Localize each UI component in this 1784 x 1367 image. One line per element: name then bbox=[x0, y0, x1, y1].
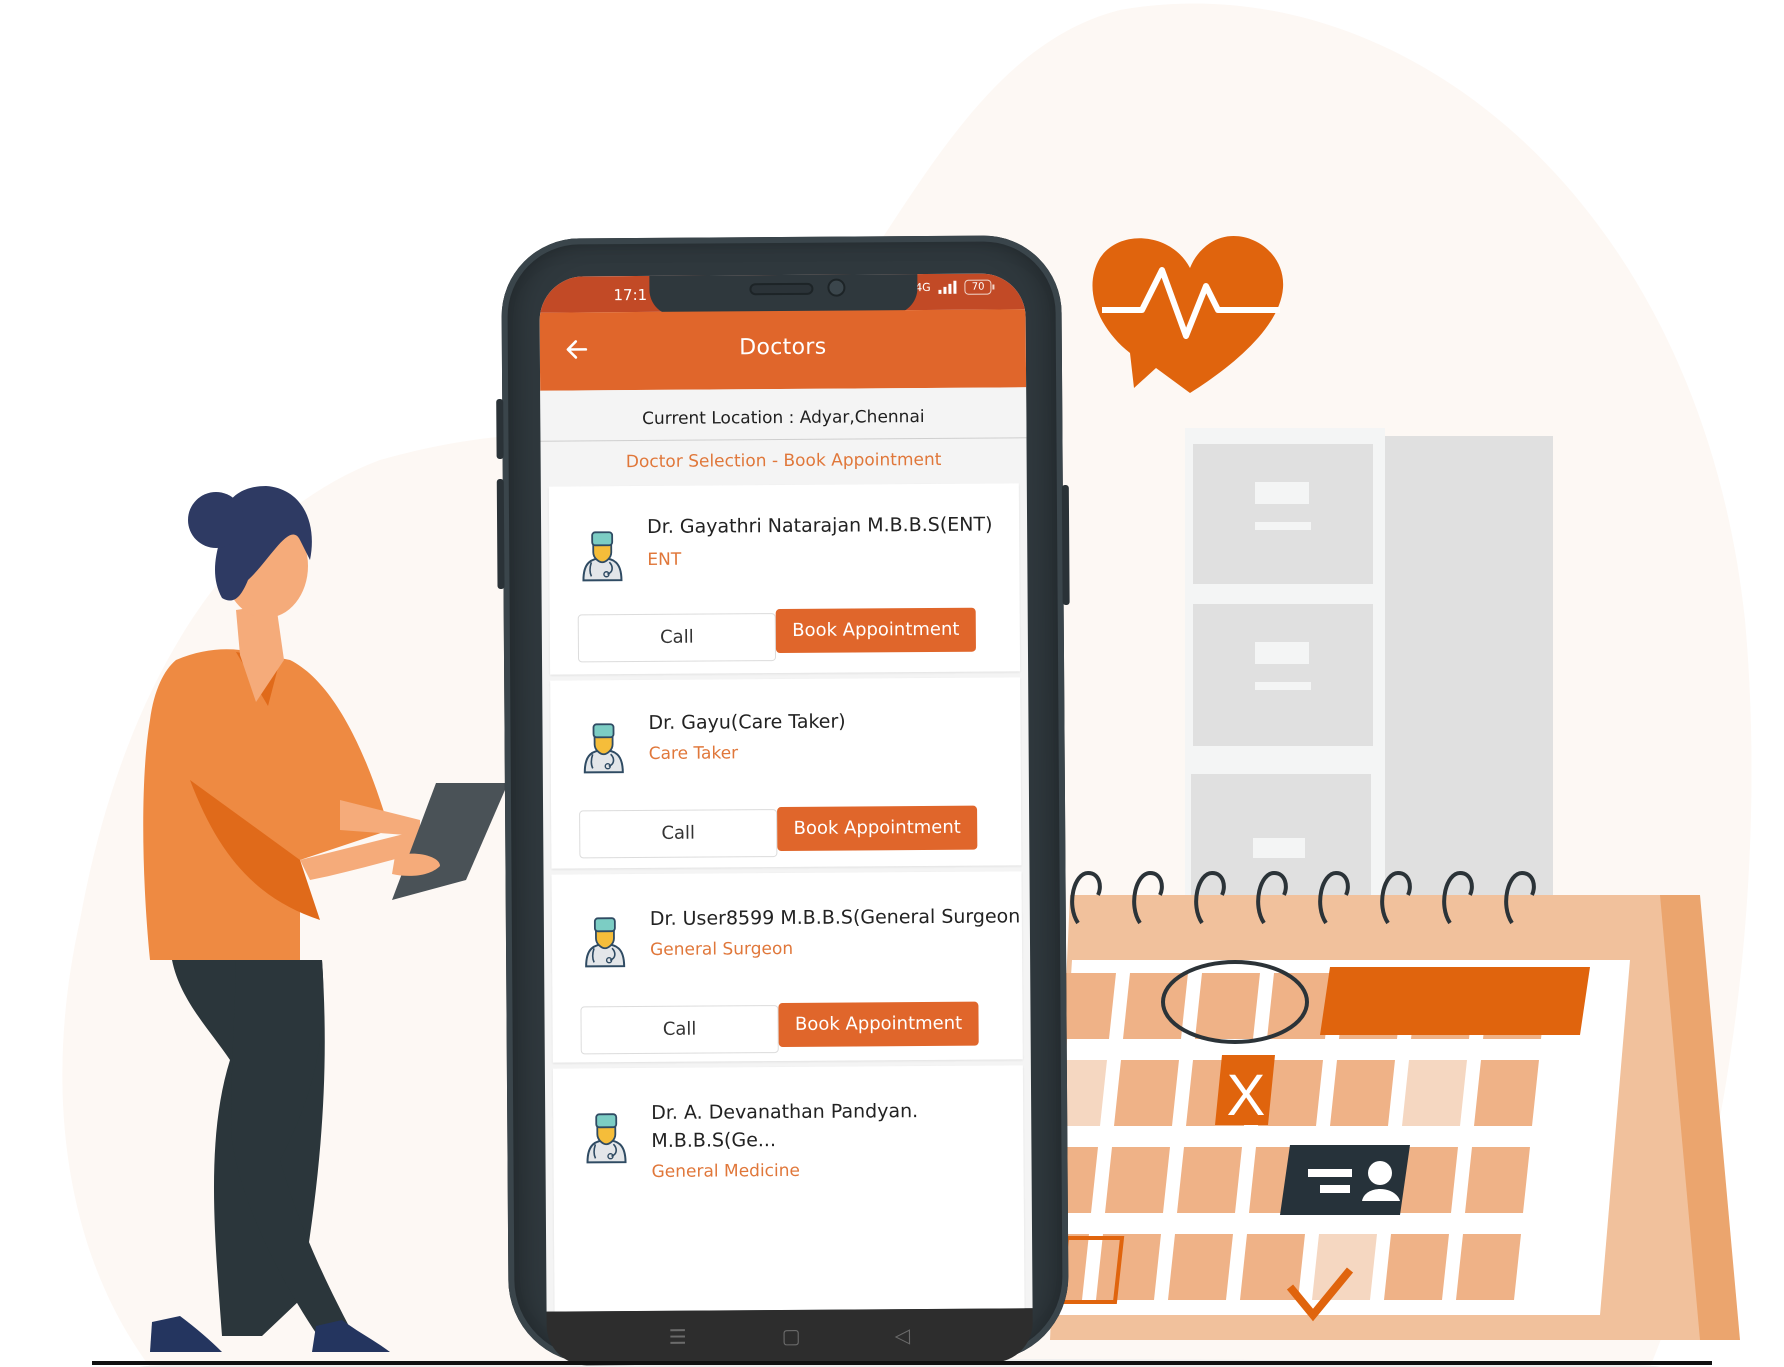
calendar-day-cell bbox=[1402, 1060, 1467, 1126]
doctor-specialty: Care Taker bbox=[648, 743, 739, 764]
book-appointment-button[interactable]: Book Appointment bbox=[777, 805, 978, 852]
doctor-name: Dr. Gayu(Care Taker) bbox=[648, 710, 846, 734]
page-title: Doctors bbox=[739, 334, 827, 361]
status-time: 17:1 bbox=[613, 285, 648, 305]
cabinet-drawer bbox=[1191, 444, 1373, 898]
doctor-card[interactable]: Dr. User8599 M.B.B.S(General Surgeon Gen… bbox=[551, 871, 1023, 1063]
calendar-day-cell bbox=[1177, 1147, 1242, 1213]
filing-cabinet bbox=[1185, 428, 1553, 898]
doctor-specialty: ENT bbox=[647, 549, 682, 570]
doctor-card[interactable]: Dr. Gayu(Care Taker) Care Taker Call Boo… bbox=[550, 677, 1022, 869]
doctor-specialty: General Surgeon bbox=[649, 938, 794, 960]
calendar-day-cell bbox=[1312, 1234, 1377, 1300]
calendar-day-cell bbox=[1195, 973, 1260, 1039]
calendar-day-cell bbox=[1168, 1234, 1233, 1300]
signal-icon bbox=[938, 280, 957, 294]
ground-line bbox=[92, 1361, 1712, 1365]
event-bar bbox=[1320, 967, 1590, 1035]
doctor-name-continued: M.B.B.S(Ge... bbox=[651, 1129, 777, 1152]
network-type: 4G bbox=[915, 280, 931, 295]
calendar-day-cell bbox=[1465, 1147, 1530, 1213]
home-icon[interactable]: ▢ bbox=[782, 1324, 801, 1348]
recent-apps-icon[interactable]: ☰ bbox=[669, 1325, 687, 1349]
front-camera bbox=[827, 278, 846, 297]
call-button[interactable]: Call bbox=[579, 809, 778, 859]
cancel-x-mark: X bbox=[1227, 1063, 1266, 1128]
battery-icon: 70 bbox=[964, 279, 992, 295]
android-nav-bar: ☰ ▢ ◁ bbox=[546, 1308, 1033, 1366]
hair-bun bbox=[188, 492, 244, 548]
calendar-day-cell bbox=[1474, 1060, 1539, 1126]
call-button[interactable]: Call bbox=[577, 613, 777, 663]
phone-screen: 17:1 4G 70 Doctors Current Location : Ad… bbox=[539, 273, 1033, 1312]
calendar-day-cell bbox=[1384, 1234, 1449, 1300]
book-appointment-button[interactable]: Book Appointment bbox=[778, 1001, 979, 1048]
patient-card bbox=[1280, 1145, 1410, 1215]
phone-device: 17:1 4G 70 Doctors Current Location : Ad… bbox=[496, 235, 1070, 1366]
section-title: Doctor Selection - Book Appointment bbox=[625, 449, 942, 473]
calendar-day-cell bbox=[1105, 1147, 1170, 1213]
power-button bbox=[1061, 485, 1070, 606]
heartbeat-chat-icon bbox=[1092, 235, 1284, 393]
doctor-avatar-icon bbox=[582, 912, 628, 968]
current-location: Current Location : Adyar,Chennai bbox=[540, 387, 1027, 442]
calendar-day-cell bbox=[1123, 973, 1188, 1039]
calendar-day-cell bbox=[1114, 1060, 1179, 1126]
doctor-avatar-icon bbox=[583, 1108, 629, 1164]
volume-button bbox=[496, 398, 504, 460]
doctor-avatar-icon bbox=[580, 718, 626, 774]
doctor-card[interactable]: Dr. A. Devanathan Pandyan. M.B.B.S(Ge...… bbox=[552, 1065, 1025, 1312]
calendar-day-cell bbox=[1456, 1234, 1521, 1300]
calendar-day-cell bbox=[1330, 1060, 1395, 1126]
desk-calendar: X bbox=[1050, 870, 1740, 1340]
doctor-name: Dr. A. Devanathan Pandyan. bbox=[651, 1100, 919, 1124]
book-appointment-button[interactable]: Book Appointment bbox=[775, 607, 976, 654]
doctor-name: Dr. Gayathri Natarajan M.B.B.S(ENT) bbox=[647, 513, 993, 538]
doctor-name: Dr. User8599 M.B.B.S(General Surgeon bbox=[649, 905, 1021, 930]
call-button[interactable]: Call bbox=[580, 1005, 779, 1055]
doctor-avatar-icon bbox=[579, 526, 625, 582]
doctor-card[interactable]: Dr. Gayathri Natarajan M.B.B.S(ENT) ENT … bbox=[548, 483, 1021, 675]
calendar-day-cell bbox=[1096, 1234, 1161, 1300]
speaker-grille bbox=[749, 282, 814, 296]
back-nav-icon[interactable]: ◁ bbox=[895, 1323, 911, 1347]
doctor-specialty: General Medicine bbox=[651, 1160, 801, 1182]
app-bar: Doctors bbox=[539, 309, 1027, 391]
battery-level: 70 bbox=[971, 281, 985, 293]
volume-button bbox=[496, 478, 505, 590]
